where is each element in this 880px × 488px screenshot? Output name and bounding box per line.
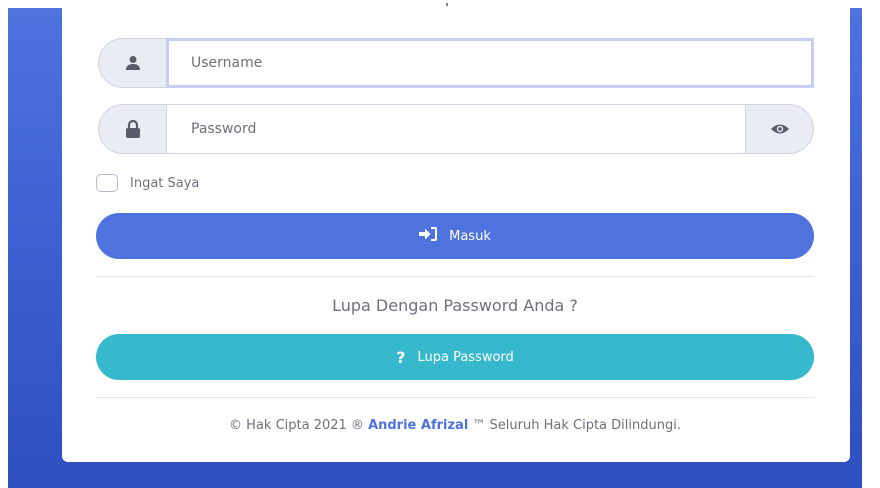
- user-icon: [98, 38, 166, 88]
- remember-checkbox[interactable]: [96, 174, 118, 192]
- forgot-button-label: Lupa Password: [417, 349, 514, 365]
- footer-prefix: © Hak Cipta 2021 ®: [229, 418, 369, 433]
- remember-me[interactable]: Ingat Saya: [96, 174, 199, 192]
- eye-icon[interactable]: [746, 104, 814, 154]
- footer-suffix: ™ Seluruh Hak Cipta Dilindungi.: [468, 418, 681, 433]
- login-button[interactable]: Masuk: [96, 213, 814, 259]
- forgot-password-button[interactable]: ? Lupa Password: [96, 334, 814, 380]
- footer: © Hak Cipta 2021 ® Andrie Afrizal ™ Selu…: [96, 418, 814, 433]
- question-icon: ?: [396, 347, 406, 367]
- username-input[interactable]: [166, 38, 814, 88]
- author-link[interactable]: Andrie Afrizal: [368, 418, 468, 433]
- username-group: [98, 38, 814, 88]
- decorative-mark: [446, 3, 448, 6]
- login-button-label: Masuk: [449, 228, 491, 244]
- login-card: Ingat Saya Masuk Lupa Dengan Password An…: [62, 0, 850, 462]
- remember-label: Ingat Saya: [130, 175, 200, 191]
- divider: [96, 397, 814, 398]
- password-input[interactable]: [166, 104, 746, 154]
- sign-in-icon: [419, 227, 438, 245]
- forgot-prompt: Lupa Dengan Password Anda ?: [332, 296, 578, 315]
- lock-icon: [98, 104, 166, 154]
- divider: [96, 276, 814, 277]
- password-group: [98, 104, 814, 154]
